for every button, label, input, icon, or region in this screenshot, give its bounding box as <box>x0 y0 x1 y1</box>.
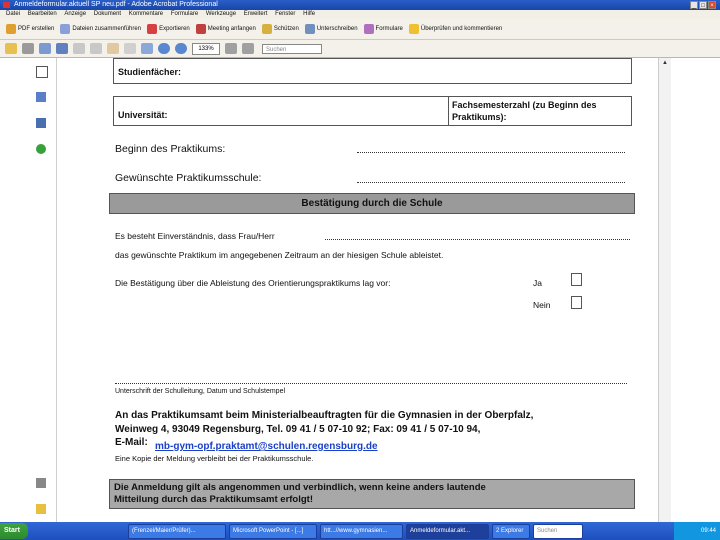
open-folder-icon[interactable] <box>5 43 17 54</box>
taskbar-item-browser[interactable]: htt...//www.gymnasien... <box>320 523 403 539</box>
name-line <box>325 239 630 240</box>
start-button[interactable]: Start <box>0 523 28 539</box>
taskbar-search[interactable]: Suchen <box>533 523 583 539</box>
praktikumsschule-line <box>357 182 625 183</box>
print-icon[interactable] <box>22 43 34 54</box>
comments-icon[interactable] <box>36 504 46 514</box>
menu-erweitert[interactable]: Erweitert <box>244 11 268 17</box>
universitaet-label: Universität: <box>118 110 168 120</box>
page-view-icon[interactable] <box>56 43 68 54</box>
email-icon[interactable] <box>39 43 51 54</box>
system-tray: 09:44 <box>674 522 720 540</box>
search-input[interactable]: Suchen <box>262 43 322 54</box>
navigation-panel <box>0 58 57 522</box>
close-button[interactable]: × <box>708 1 716 9</box>
menu-anzeige[interactable]: Anzeige <box>64 11 86 17</box>
lock-icon <box>261 24 272 34</box>
clock: 09:44 <box>700 528 716 534</box>
sign-icon <box>304 24 315 34</box>
attachments-icon[interactable] <box>36 478 46 488</box>
menu-hilfe[interactable]: Hilfe <box>303 11 315 17</box>
window-controls: _ □ × <box>690 1 716 9</box>
email-link[interactable]: mb-gym-opf.praktamt@schulen.regensburg.d… <box>155 441 378 452</box>
taskbar-item-explorer[interactable]: 2 Explorer <box>492 523 530 539</box>
zoom-out-icon[interactable] <box>158 43 170 54</box>
unterschrift-label: Unterschrift der Schulleitung, Datum und… <box>115 388 286 395</box>
bestaetigung-header: Bestätigung durch die Schule <box>109 193 635 214</box>
zeitraum-text: das gewünschte Praktikum im angegebenen … <box>115 250 444 260</box>
bookmarks-icon[interactable] <box>36 92 46 102</box>
exportieren-button[interactable]: Exportieren <box>147 24 190 34</box>
window-title: Anmeldeformular.aktuell SP neu.pdf - Ado… <box>14 1 218 8</box>
acrobat-icon <box>3 2 10 8</box>
standard-toolbar: 133% Suchen <box>0 40 720 58</box>
minimize-button[interactable]: _ <box>690 1 698 9</box>
unterschreiben-button[interactable]: Unterschreiben <box>304 24 358 34</box>
pdf-erstellen-button[interactable]: PDF erstellen <box>6 24 54 34</box>
praktikumsschule-label: Gewünschte Praktikumsschule: <box>115 172 262 184</box>
meeting-icon <box>195 24 206 34</box>
beginn-label: Beginn des Praktikums: <box>115 143 226 155</box>
menu-formulare[interactable]: Formulare <box>171 11 198 17</box>
menu-bearbeiten[interactable]: Bearbeiten <box>28 11 57 17</box>
fit-page-icon[interactable] <box>225 43 237 54</box>
nein-label: Nein <box>533 300 551 310</box>
help-icon[interactable] <box>36 144 46 154</box>
footer-notice: Die Anmeldung gilt als angenommen und ve… <box>109 479 635 509</box>
address-line-2: Weinweg 4, 93049 Regensburg, Tel. 09 41 … <box>115 424 481 435</box>
taskbar-item-acrobat[interactable]: Anmeldeformular.akt... <box>406 523 489 539</box>
menu-datei[interactable]: Datei <box>6 11 20 17</box>
combine-files-icon <box>60 24 71 34</box>
fit-width-icon[interactable] <box>242 43 254 54</box>
menu-kommentare[interactable]: Kommentare <box>129 11 163 17</box>
menu-dokument[interactable]: Dokument <box>94 11 121 17</box>
zoom-tool-icon[interactable] <box>141 43 153 54</box>
export-icon <box>147 24 158 34</box>
zoom-in-icon[interactable] <box>175 43 187 54</box>
comment-icon <box>408 24 419 34</box>
title-bar: Anmeldeformular.aktuell SP neu.pdf - Ado… <box>0 0 720 10</box>
taskbar: Start (Frenzel/Maier/Prüfer)... Microsof… <box>0 522 720 540</box>
taskbar-item-explorer-folder[interactable]: (Frenzel/Maier/Prüfer)... <box>128 523 226 539</box>
menu-bar: Datei Bearbeiten Anzeige Dokument Kommen… <box>0 10 720 19</box>
scroll-up-icon[interactable]: ▲ <box>662 60 668 66</box>
ja-checkbox[interactable] <box>571 273 582 286</box>
beginn-line <box>357 152 625 153</box>
next-page-icon[interactable] <box>90 43 102 54</box>
create-pdf-icon <box>6 24 16 34</box>
pages-icon[interactable] <box>36 66 48 78</box>
taskbar-item-powerpoint[interactable]: Microsoft PowerPoint - [...] <box>229 523 317 539</box>
forms-icon <box>363 24 374 34</box>
signatures-icon[interactable] <box>36 118 46 128</box>
nein-checkbox[interactable] <box>571 296 582 309</box>
einverstaendnis-text: Es besteht Einverständnis, dass Frau/Her… <box>115 231 275 241</box>
menu-werkzeuge[interactable]: Werkzeuge <box>206 11 236 17</box>
dateien-zusammenfuehren-button[interactable]: Dateien zusammenführen <box>60 24 141 34</box>
schuetzen-button[interactable]: Schützen <box>261 24 299 34</box>
studienfaecher-label: Studienfächer: <box>118 67 182 77</box>
review-comment-button[interactable]: Überprüfen und kommentieren <box>408 24 502 34</box>
footer-line-1: Die Anmeldung gilt als angenommen und ve… <box>114 482 486 493</box>
formulare-button[interactable]: Formulare <box>363 24 403 34</box>
zoom-level[interactable]: 133% <box>192 42 220 55</box>
menu-fenster[interactable]: Fenster <box>275 11 295 17</box>
maximize-button[interactable]: □ <box>699 1 707 9</box>
fachsemester-label: Fachsemesterzahl (zu Beginn des Praktiku… <box>452 100 597 122</box>
kopie-text: Eine Kopie der Meldung verbleibt bei der… <box>115 454 314 463</box>
address-line-1: An das Praktikumsamt beim Ministerialbea… <box>115 410 534 421</box>
footer-line-2: Mitteilung durch das Praktikumsamt erfol… <box>114 494 313 505</box>
document-page: Studienfächer: Universität: Fachsemester… <box>57 58 657 522</box>
ja-label: Ja <box>533 278 542 288</box>
task-toolbar: PDF erstellen Dateien zusammenführen Exp… <box>0 19 720 40</box>
studienfaecher-row <box>113 58 632 84</box>
prev-page-icon[interactable] <box>73 43 85 54</box>
vertical-scrollbar[interactable]: ▲ <box>658 58 671 522</box>
orientierung-text: Die Bestätigung über die Ableistung des … <box>115 278 391 288</box>
hand-tool-icon[interactable] <box>107 43 119 54</box>
signature-line <box>115 383 627 384</box>
select-tool-icon[interactable] <box>124 43 136 54</box>
email-label: E-Mail: <box>115 437 148 448</box>
meeting-button[interactable]: Meeting anfangen <box>195 24 256 34</box>
